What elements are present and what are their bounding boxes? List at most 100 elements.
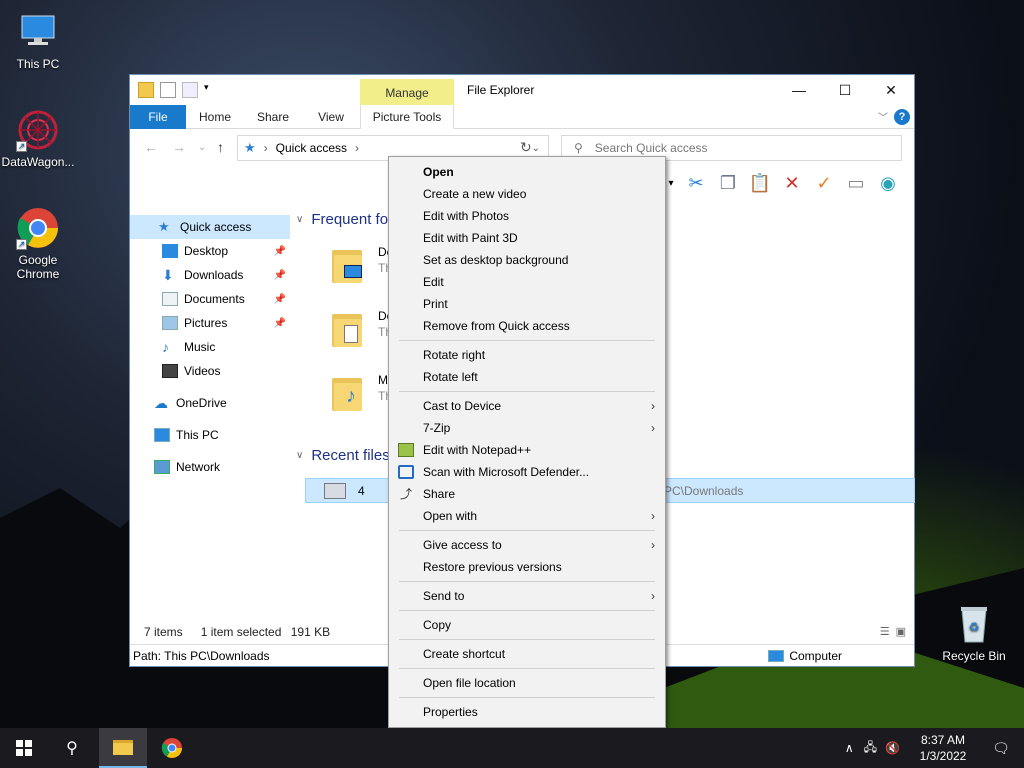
dropdown-arrow-icon[interactable]: ▾ xyxy=(666,178,676,189)
properties-icon[interactable] xyxy=(160,82,176,98)
copy-icon[interactable]: ❐ xyxy=(716,173,740,194)
taskbar-file-explorer[interactable] xyxy=(99,728,147,768)
help-icon[interactable]: ? xyxy=(894,109,910,125)
menu-item-7-zip[interactable]: 7-Zip › xyxy=(389,417,665,439)
pin-icon[interactable]: 📌 xyxy=(274,270,286,281)
recent-locations-icon[interactable]: ⌄ xyxy=(198,142,206,153)
cut-icon[interactable]: ✂ xyxy=(684,173,708,194)
group-recent-files[interactable]: ∨ Recent files xyxy=(296,447,390,464)
chevron-down-icon[interactable]: ▾ xyxy=(204,82,212,98)
notification-icon[interactable]: 🗨 xyxy=(978,740,1024,757)
start-button[interactable] xyxy=(0,728,48,768)
menu-item-share[interactable]: ⤴ Share xyxy=(389,483,665,505)
up-arrow-icon[interactable]: ↑ xyxy=(217,139,224,155)
refresh-icon[interactable]: ↻ xyxy=(520,139,532,156)
nav-quick-access[interactable]: ★ Quick access xyxy=(130,215,290,239)
menu-item-rotate-right[interactable]: Rotate right xyxy=(389,344,665,366)
menu-item-open-with[interactable]: Open with › xyxy=(389,505,665,527)
shell-icon[interactable]: ◉ xyxy=(876,173,900,194)
nav-downloads[interactable]: ⬇ Downloads 📌 xyxy=(130,263,290,287)
share-icon: ⤴ xyxy=(399,487,412,501)
nav-this-pc[interactable]: This PC xyxy=(130,423,290,447)
nav-network[interactable]: Network xyxy=(130,455,290,479)
tab-file[interactable]: File xyxy=(130,105,186,129)
nav-onedrive[interactable]: ☁ OneDrive xyxy=(130,391,290,415)
tab-view[interactable]: View xyxy=(308,105,354,129)
menu-item-edit-with-photos[interactable]: Edit with Photos xyxy=(389,205,665,227)
chevron-down-icon[interactable]: ﹀ xyxy=(878,109,888,124)
breadcrumb-quick-access[interactable]: Quick access xyxy=(276,141,347,155)
menu-item-give-access-to[interactable]: Give access to › xyxy=(389,534,665,556)
details-view-icon[interactable]: ☰ xyxy=(880,625,890,638)
context-menu: Open Create a new video Edit with Photos Ed… xyxy=(388,156,666,728)
clock[interactable]: 8:37 AM 1/3/2022 xyxy=(908,732,978,764)
menu-item-remove-from-quick-access[interactable]: Remove from Quick access xyxy=(389,315,665,337)
rename-icon[interactable]: ▭ xyxy=(844,173,868,194)
folder-icon[interactable]: ♪ xyxy=(332,375,362,411)
large-icons-view-icon[interactable]: ▣ xyxy=(896,625,906,638)
nav-videos[interactable]: Videos xyxy=(130,359,290,383)
desktop-icon-this-pc[interactable]: This PC xyxy=(0,10,76,71)
menu-item-open-file-location[interactable]: Open file location xyxy=(389,672,665,694)
menu-item-send-to[interactable]: Send to › xyxy=(389,585,665,607)
desktop-icon-datawagon[interactable]: ↗ DataWagon... xyxy=(0,108,76,169)
desktop-icon-recycle-bin[interactable]: ♻ Recycle Bin xyxy=(936,602,1012,663)
menu-item-scan-with-microsoft-defender[interactable]: Scan with Microsoft Defender... xyxy=(389,461,665,483)
nav-desktop[interactable]: Desktop 📌 xyxy=(130,239,290,263)
paste-icon[interactable]: 📋 xyxy=(748,173,772,194)
tab-picture-tools[interactable]: Picture Tools xyxy=(360,105,454,129)
taskbar-chrome[interactable] xyxy=(148,728,196,768)
tab-home[interactable]: Home xyxy=(192,105,238,129)
nav-documents[interactable]: Documents 📌 xyxy=(130,287,290,311)
desktop-icon-chrome[interactable]: ↗ Google Chrome xyxy=(0,206,76,281)
folder-icon[interactable] xyxy=(138,82,154,98)
windows-logo-icon xyxy=(16,740,32,756)
menu-item-open[interactable]: Open xyxy=(389,161,665,183)
menu-item-print[interactable]: Print xyxy=(389,293,665,315)
group-frequent-folders[interactable]: ∨ Frequent fo xyxy=(296,211,388,228)
menu-item-edit-with-notepad[interactable]: Edit with Notepad++ xyxy=(389,439,665,461)
pictures-icon xyxy=(162,316,178,330)
folder-icon[interactable] xyxy=(332,311,362,347)
menu-item-create-shortcut[interactable]: Create shortcut xyxy=(389,643,665,665)
search-input[interactable]: Search Quick access xyxy=(595,141,708,155)
manage-contextual-tab[interactable]: Manage xyxy=(360,79,454,107)
address-dropdown-icon[interactable]: ⌄ xyxy=(532,143,540,154)
pin-icon[interactable]: 📌 xyxy=(274,294,286,305)
check-icon[interactable]: ✓ xyxy=(812,173,836,194)
pin-icon[interactable]: 📌 xyxy=(274,318,286,329)
system-tray: ∧ 🖧 🔇 8:37 AM 1/3/2022 🗨 xyxy=(845,728,1024,768)
breadcrumb-chevron-icon: › xyxy=(263,141,268,155)
nav-pictures[interactable]: Pictures 📌 xyxy=(130,311,290,335)
chevron-up-icon[interactable]: ∧ xyxy=(845,741,854,755)
menu-item-restore-previous-versions[interactable]: Restore previous versions xyxy=(389,556,665,578)
frequent-item-name[interactable]: M xyxy=(378,373,388,387)
network-icon[interactable]: 🖧 xyxy=(864,738,877,759)
menu-item-label: Create shortcut xyxy=(423,647,506,661)
menu-item-create-a-new-video[interactable]: Create a new video xyxy=(389,183,665,205)
menu-item-label: Edit with Notepad++ xyxy=(423,443,532,457)
maximize-button[interactable]: ☐ xyxy=(822,75,868,105)
menu-item-copy[interactable]: Copy xyxy=(389,614,665,636)
search-button[interactable]: ⚲ xyxy=(48,728,96,768)
new-folder-icon[interactable] xyxy=(182,82,198,98)
minimize-button[interactable]: — xyxy=(776,75,822,105)
delete-icon[interactable]: ✕ xyxy=(780,173,804,194)
menu-item-rotate-left[interactable]: Rotate left xyxy=(389,366,665,388)
menu-item-set-as-desktop-background[interactable]: Set as desktop background xyxy=(389,249,665,271)
back-arrow-icon[interactable]: ← xyxy=(144,139,158,155)
menu-item-edit-with-paint-3d[interactable]: Edit with Paint 3D xyxy=(389,227,665,249)
volume-muted-icon[interactable]: 🔇 xyxy=(885,741,900,755)
menu-item-edit[interactable]: Edit xyxy=(389,271,665,293)
menu-item-properties[interactable]: Properties xyxy=(389,701,665,723)
menu-item-label: Properties xyxy=(423,705,478,719)
nav-music[interactable]: ♪ Music xyxy=(130,335,290,359)
pin-icon[interactable]: 📌 xyxy=(274,246,286,257)
close-button[interactable]: ✕ xyxy=(868,75,914,105)
tab-share[interactable]: Share xyxy=(250,105,296,129)
menu-item-label: Remove from Quick access xyxy=(423,319,570,333)
forward-arrow-icon[interactable]: → xyxy=(172,139,186,155)
menu-item-cast-to-device[interactable]: Cast to Device › xyxy=(389,395,665,417)
folder-icon[interactable] xyxy=(332,247,362,283)
menu-item-label: Print xyxy=(423,297,448,311)
